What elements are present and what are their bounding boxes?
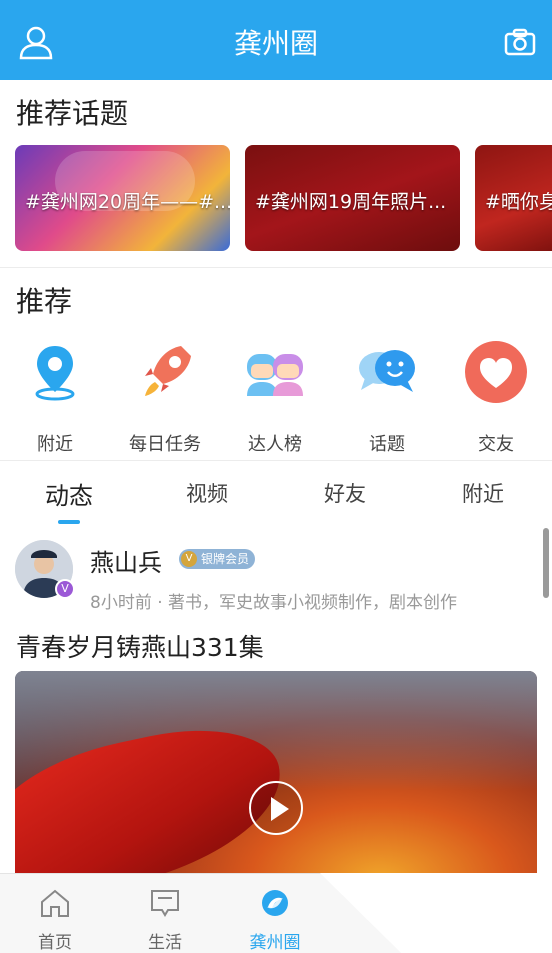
top-bar: 龚州圈: [0, 0, 552, 80]
play-icon[interactable]: [249, 781, 303, 835]
topic-card[interactable]: #龚州网20周年——#...: [15, 145, 230, 251]
recommend-item-label: 交友: [478, 434, 514, 455]
recommend-item-friends[interactable]: 交友: [446, 340, 546, 456]
recommend-section-title: 推荐: [16, 285, 73, 318]
nav-label: 龚州圈: [249, 933, 301, 953]
topic-card-label: #晒你身: [485, 191, 552, 213]
active-tab-indicator: [58, 520, 80, 524]
member-badge: V 银牌会员: [179, 549, 256, 569]
circle-logo-icon: [262, 890, 288, 916]
location-pin-icon: [35, 346, 75, 401]
post-author[interactable]: 燕山兵: [90, 543, 162, 578]
tab-nearby[interactable]: 附近: [423, 478, 543, 508]
recommend-item-daily-tasks[interactable]: 每日任务: [115, 340, 215, 456]
member-badge-label: 银牌会员: [201, 552, 250, 566]
chat-bubbles-icon: [359, 350, 415, 392]
page-title: 龚州圈: [233, 27, 318, 60]
recommend-item-leaderboard[interactable]: 达人榜: [225, 340, 325, 456]
topic-card[interactable]: #晒你身: [475, 145, 552, 251]
heart-icon: [465, 341, 527, 403]
recommend-item-topics[interactable]: 话题: [337, 340, 437, 456]
recommend-item-label: 话题: [369, 434, 405, 455]
topic-card-label: #龚州网19周年照片...: [255, 191, 447, 213]
camera-icon[interactable]: [504, 28, 536, 56]
rocket-icon: [145, 346, 191, 396]
recommend-item-label: 每日任务: [129, 434, 201, 455]
divider: [0, 267, 552, 268]
tab-videos[interactable]: 视频: [147, 478, 267, 508]
tab-dynamics[interactable]: 动态: [9, 476, 129, 511]
tab-friends[interactable]: 好友: [285, 478, 405, 508]
topics-section-title: 推荐话题: [16, 97, 129, 130]
nav-circle[interactable]: 龚州圈: [235, 888, 315, 953]
nav-life[interactable]: 生活: [125, 888, 205, 953]
topic-card-label: #龚州网20周年——#...: [25, 191, 230, 213]
recommend-item-label: 附近: [37, 434, 73, 455]
nav-label: 首页: [38, 933, 72, 953]
scrollbar[interactable]: [543, 528, 549, 598]
verified-badge: V: [55, 579, 75, 599]
post-title[interactable]: 青春岁月铸燕山331集: [16, 628, 264, 664]
medal-icon: V: [181, 551, 197, 567]
recommend-item-nearby[interactable]: 附近: [5, 340, 105, 456]
recommend-item-label: 达人榜: [248, 434, 302, 455]
topic-card[interactable]: #龚州网19周年照片...: [245, 145, 460, 251]
people-icon: [247, 354, 303, 396]
nav-home[interactable]: 首页: [15, 888, 95, 953]
feed-tabs: 动态 视频 好友 附近: [0, 470, 552, 520]
nav-label: 生活: [148, 933, 182, 953]
post-meta: 8小时前 · 著书，军史故事小视频制作，剧本创作: [90, 593, 458, 613]
message-square-icon: [151, 890, 179, 917]
home-icon: [41, 889, 69, 917]
divider: [0, 460, 552, 461]
